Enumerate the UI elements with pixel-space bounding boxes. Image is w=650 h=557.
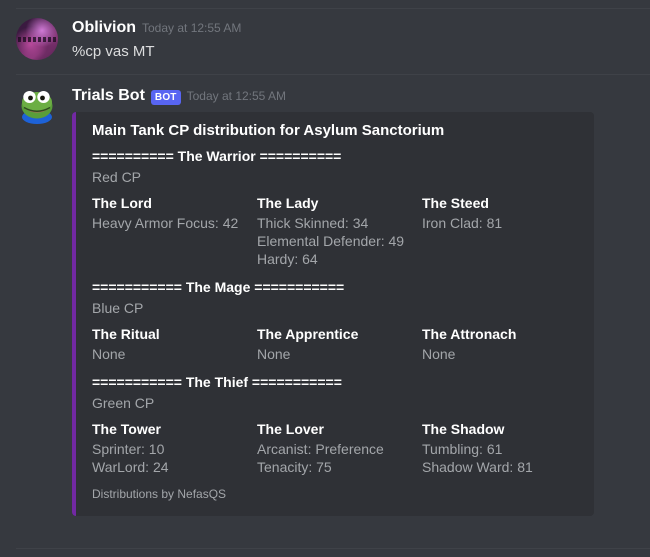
embed-section-heading-thief: =========== The Thief =========== [92,374,342,390]
chat-scroll-container[interactable]: Oblivion Today at 12:55 AM %cp vas MT Tr… [0,8,650,549]
embed-fields-warrior: The Lord Heavy Armor Focus: 42 The Lady … [92,194,587,268]
message-user: Oblivion Today at 12:55 AM %cp vas MT [0,9,650,62]
message-header: Oblivion Today at 12:55 AM [72,17,634,39]
avatar[interactable] [16,84,58,126]
username[interactable]: Oblivion [72,18,136,38]
embed-content: Main Tank CP distribution for Asylum San… [76,112,594,516]
embed-field-value: Tumbling: 61 Shadow Ward: 81 [422,441,533,475]
embed-field-value: None [422,346,456,362]
rich-embed: Main Tank CP distribution for Asylum San… [72,112,594,516]
embed-field-name: The Steed [422,195,489,211]
embed-field-name: The Shadow [422,421,505,437]
embed-field: The Lover Arcanist: Preference Tenacity:… [257,420,422,476]
embed-field: The Shadow Tumbling: 61 Shadow Ward: 81 [422,420,587,476]
embed-footer: Distributions by NefasQS [92,487,227,501]
embed-section-desc-mage: Blue CP [92,300,144,316]
username[interactable]: Trials Bot [72,86,145,106]
embed-field-name: The Lady [257,195,319,211]
embed-section-desc-warrior: Red CP [92,169,142,185]
embed-field-value: Iron Clad: 81 [422,215,503,231]
embed-field-value: Heavy Armor Focus: 42 [92,215,239,231]
message-header: Trials Bot BOT Today at 12:55 AM [72,85,634,107]
message-timestamp: Today at 12:55 AM [142,21,242,35]
oblivion-nebula-avatar [16,18,58,60]
embed-field: The Lord Heavy Armor Focus: 42 [92,194,257,268]
embed-wrapper: Main Tank CP distribution for Asylum San… [72,112,594,516]
embed-field: The Ritual None [92,325,257,363]
embed-field: The Attronach None [422,325,587,363]
message-timestamp: Today at 12:55 AM [186,89,287,103]
embed-field: The Steed Iron Clad: 81 [422,194,587,268]
embed-title: Main Tank CP distribution for Asylum San… [92,122,445,139]
embed-field-value: Sprinter: 10 WarLord: 24 [92,441,169,475]
embed-field-value: None [257,346,291,362]
embed-section-heading-mage: =========== The Mage =========== [92,279,345,295]
embed-section-desc-thief: Green CP [92,395,155,411]
embed-field-value: Arcanist: Preference Tenacity: 75 [257,441,384,475]
embed-field-name: The Ritual [92,326,160,342]
embed-field-name: The Lord [92,195,152,211]
avatar[interactable] [16,18,58,60]
embed-fields-mage: The Ritual None The Apprentice None The … [92,325,587,363]
message-content: %cp vas MT [72,43,155,60]
embed-field: The Apprentice None [257,325,422,363]
embed-section-heading-warrior: ========== The Warrior ========== [92,148,342,164]
embed-field: The Lady Thick Skinned: 34 Elemental Def… [257,194,422,268]
embed-field-name: The Tower [92,421,161,437]
embed-fields-thief: The Tower Sprinter: 10 WarLord: 24 The L… [92,420,587,476]
embed-field: The Tower Sprinter: 10 WarLord: 24 [92,420,257,476]
bot-badge: BOT [150,89,181,105]
embed-field-name: The Lover [257,421,324,437]
pepe-frog-avatar [16,84,58,126]
embed-field-value: Thick Skinned: 34 Elemental Defender: 49… [257,215,405,267]
embed-field-name: The Attronach [422,326,517,342]
embed-field-value: None [92,346,126,362]
message-bot: Trials Bot BOT Today at 12:55 AM Main Ta… [0,75,650,526]
embed-field-name: The Apprentice [257,326,359,342]
